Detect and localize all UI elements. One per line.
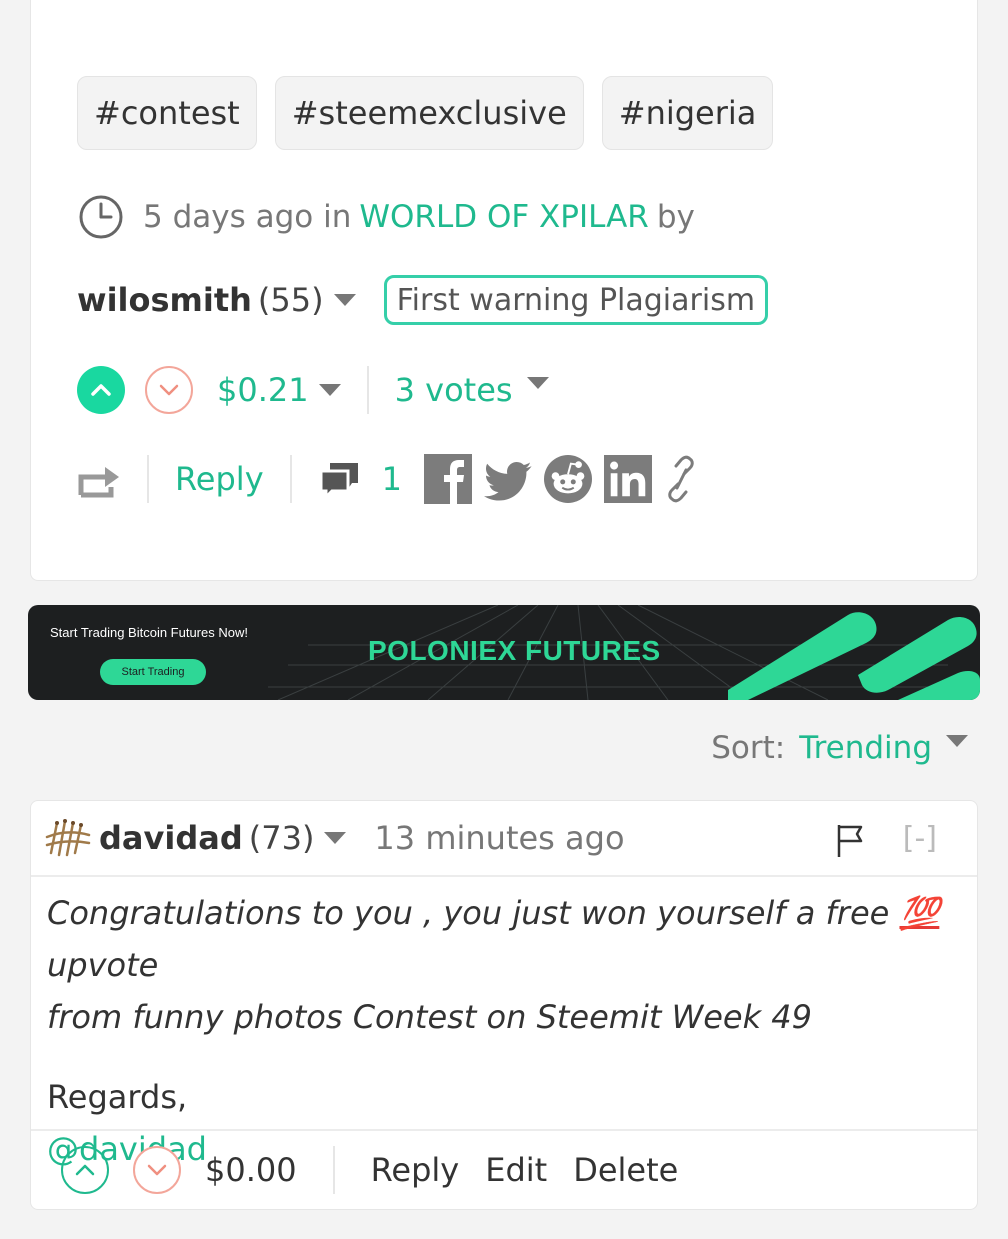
facebook-icon[interactable] bbox=[423, 454, 472, 504]
downvote-button[interactable] bbox=[145, 366, 193, 414]
avatar[interactable] bbox=[45, 815, 91, 861]
comment-text: Congratulations to you , you just won yo… bbox=[47, 887, 967, 1043]
collapse-toggle[interactable]: [-] bbox=[903, 821, 937, 856]
comment-text-line-2: from funny photos Contest on Steemit Wee… bbox=[47, 998, 813, 1036]
community-link[interactable]: WORLD OF XPILAR bbox=[359, 199, 648, 235]
banner-brand: POLONIEX FUTURES bbox=[368, 635, 661, 666]
comment-text-line-1b: upvote bbox=[47, 946, 159, 984]
comment-footer: $0.00 Reply Edit Delete bbox=[31, 1129, 977, 1209]
chevron-down-icon bbox=[159, 384, 179, 396]
post-meta: 5 days ago in WORLD OF XPILAR by bbox=[77, 193, 695, 241]
comment-delete-button[interactable]: Delete bbox=[573, 1151, 678, 1189]
link-icon[interactable] bbox=[664, 454, 698, 504]
comment-author-name[interactable]: davidad bbox=[99, 819, 243, 857]
poloniex-banner-ad[interactable]: Start Trading Bitcoin Futures Now! Start… bbox=[28, 605, 980, 700]
post-payout[interactable]: $0.21 bbox=[217, 371, 309, 409]
chevron-up-icon bbox=[91, 384, 111, 396]
reddit-icon[interactable] bbox=[543, 454, 592, 504]
post-actions: Reply 1 bbox=[77, 454, 698, 504]
comment-card: davidad (73) 13 minutes ago [-] Congratu… bbox=[30, 800, 978, 1210]
reply-link[interactable]: Reply bbox=[175, 460, 264, 498]
payout-dropdown-caret-icon[interactable] bbox=[318, 384, 341, 396]
comment-count[interactable]: 1 bbox=[382, 460, 402, 498]
author-dropdown-caret-icon[interactable] bbox=[333, 294, 356, 306]
chevron-down-icon bbox=[147, 1164, 167, 1176]
upvote-button[interactable] bbox=[77, 366, 125, 414]
divider bbox=[147, 455, 149, 503]
author-reputation: (55) bbox=[257, 281, 324, 319]
sort-label: Sort: bbox=[711, 730, 786, 766]
tag-list: #contest #steemexclusive #nigeria bbox=[77, 76, 774, 150]
votes-dropdown-caret-icon[interactable] bbox=[526, 377, 549, 389]
tag-nigeria[interactable]: #nigeria bbox=[601, 76, 774, 150]
comment-payout[interactable]: $0.00 bbox=[205, 1151, 297, 1189]
comment-time[interactable]: 13 minutes ago bbox=[374, 819, 624, 857]
comment-regards: Regards, bbox=[47, 1078, 188, 1116]
chevron-up-icon bbox=[75, 1164, 95, 1176]
divider bbox=[289, 455, 292, 503]
sort-dropdown-caret-icon[interactable] bbox=[946, 735, 968, 747]
start-trading-button[interactable]: Start Trading bbox=[100, 659, 206, 685]
post-vote-line: $0.21 3 votes bbox=[77, 366, 549, 414]
comment-header: davidad (73) 13 minutes ago [-] bbox=[31, 801, 977, 877]
divider bbox=[332, 1146, 335, 1194]
linkedin-icon[interactable] bbox=[603, 454, 652, 504]
banner-tagline: Start Trading Bitcoin Futures Now! bbox=[50, 625, 248, 640]
comments-icon[interactable] bbox=[318, 459, 362, 499]
tag-contest[interactable]: #contest bbox=[77, 76, 257, 150]
post-time: 5 days ago in bbox=[143, 199, 352, 235]
resteem-icon[interactable] bbox=[77, 459, 121, 499]
warning-badge: First warning Plagiarism bbox=[383, 275, 769, 325]
sort-select[interactable]: Trending bbox=[799, 730, 932, 766]
sort-control: Sort: Trending bbox=[711, 730, 968, 766]
author-name[interactable]: wilosmith bbox=[77, 281, 252, 319]
post-card: #contest #steemexclusive #nigeria 5 days… bbox=[30, 0, 978, 581]
comment-upvote-button[interactable] bbox=[61, 1146, 109, 1194]
comment-text-line-1: Congratulations to you , you just won yo… bbox=[47, 894, 890, 932]
divider bbox=[366, 366, 369, 414]
clock-icon bbox=[79, 195, 123, 239]
by-label: by bbox=[656, 199, 695, 235]
comment-author-reputation: (73) bbox=[248, 819, 315, 857]
twitter-icon[interactable] bbox=[483, 454, 532, 504]
post-author-line: wilosmith (55) First warning Plagiarism bbox=[77, 275, 769, 325]
hundred-points-emoji-icon: 💯 bbox=[899, 894, 940, 932]
votes-count[interactable]: 3 votes bbox=[395, 371, 513, 409]
comment-reply-button[interactable]: Reply bbox=[371, 1151, 460, 1189]
comment-author-dropdown-caret-icon[interactable] bbox=[324, 832, 347, 844]
comment-edit-button[interactable]: Edit bbox=[485, 1151, 547, 1189]
flag-icon[interactable] bbox=[835, 823, 865, 859]
comment-downvote-button[interactable] bbox=[133, 1146, 181, 1194]
tag-steemexclusive[interactable]: #steemexclusive bbox=[274, 76, 584, 150]
